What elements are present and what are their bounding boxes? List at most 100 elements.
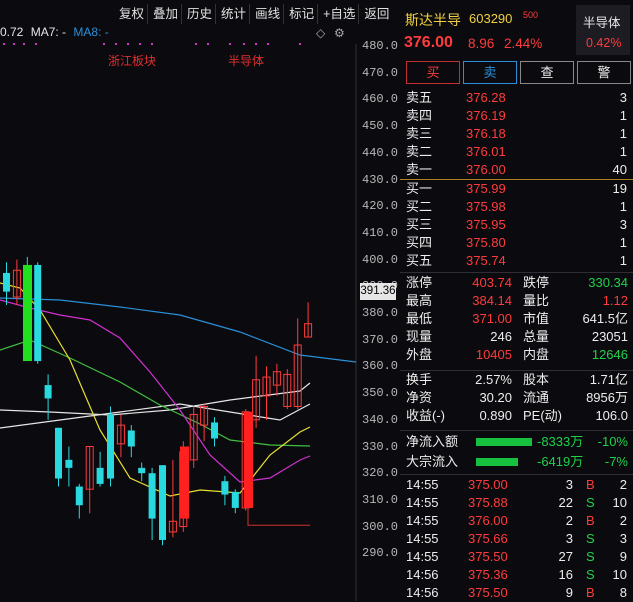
- tick-time: 14:56: [406, 585, 439, 600]
- y-tick-label: 320.0: [362, 466, 398, 481]
- stat-value-xs: 246: [490, 329, 512, 344]
- bid-volume: 19: [612, 181, 627, 196]
- kline-chart[interactable]: 0.72 MA7: - MA8: - ◇ ⚙ 浙江板块 半导体 480.0 470…: [0, 0, 398, 601]
- ask-volume: 1: [619, 144, 627, 159]
- tick-volume: 16: [558, 567, 573, 582]
- ma7-label: MA7: -: [30, 25, 67, 39]
- tick-volume: 2: [565, 513, 573, 528]
- bid-row[interactable]: 买二 375.98 1: [400, 198, 633, 216]
- candle-body: [65, 459, 73, 468]
- ask-row[interactable]: 卖一 376.00 40: [400, 161, 633, 179]
- candle-body: [127, 430, 135, 447]
- add-watchlist-button[interactable]: +自选: [320, 4, 360, 24]
- candle-body: [211, 422, 218, 439]
- stat-value-mv: 641.5亿: [582, 311, 628, 326]
- diamond-icon[interactable]: ◇: [316, 26, 325, 40]
- stat-value-gb: 1.71亿: [589, 372, 628, 387]
- stat-value-hs: 2.57%: [475, 372, 512, 387]
- y-tick-label: 290.0: [362, 546, 398, 561]
- candle-body: [75, 486, 83, 506]
- bid-volume: 3: [619, 217, 627, 232]
- divider-ticks: [400, 474, 633, 475]
- alert-button[interactable]: 警: [577, 61, 631, 84]
- stat-label-pe: PE(动): [523, 408, 563, 423]
- bid-price: 375.95: [466, 217, 506, 232]
- bid-row[interactable]: 买五 375.74 1: [400, 252, 633, 270]
- ask-row[interactable]: 卖五 376.28 3: [400, 89, 633, 107]
- stat-label-high: 最高: [406, 293, 433, 308]
- query-button[interactable]: 查: [520, 61, 574, 84]
- candle-body: [55, 427, 62, 479]
- bid-row[interactable]: 买一 375.99 19: [400, 180, 633, 198]
- stat-value-zt: 403.74: [472, 275, 512, 290]
- marker-dot: [138, 42, 142, 46]
- marker-dot: [254, 42, 258, 46]
- overlay-button[interactable]: 叠加: [150, 4, 183, 24]
- stat-value-lt: 8956万: [586, 390, 628, 405]
- divider-fin: [400, 370, 633, 371]
- bid-price: 375.99: [466, 181, 506, 196]
- stat-label-hs: 换手: [406, 372, 433, 387]
- tick-side: S: [586, 495, 595, 510]
- stat-value-sy: 0.890: [479, 408, 512, 423]
- buy-button[interactable]: 买: [406, 61, 460, 84]
- gear-icon[interactable]: ⚙: [334, 26, 345, 40]
- ma-line-white2: [0, 403, 311, 429]
- draw-line-button[interactable]: 画线: [252, 4, 285, 24]
- ask-row[interactable]: 卖四 376.19 1: [400, 107, 633, 125]
- stat-label-wp: 外盘: [406, 347, 433, 362]
- candle-body: [3, 272, 10, 292]
- tick-row: 14:56 375.50 9 B 8: [400, 584, 633, 602]
- marker-dot: [12, 42, 16, 46]
- y-tick-label: 400.0: [362, 252, 398, 267]
- limit-up-candle: [180, 446, 189, 519]
- tick-price: 375.88: [468, 495, 508, 510]
- tick-count: 2: [619, 477, 627, 492]
- bid-row[interactable]: 买三 375.95 3: [400, 216, 633, 234]
- y-tick-label: 360.0: [362, 359, 398, 374]
- stock-name: 斯达半导: [405, 12, 461, 28]
- candle-body: [159, 465, 166, 540]
- mark-button[interactable]: 标记: [286, 4, 319, 24]
- ask-label: 卖二: [406, 144, 433, 159]
- stat-value-dt: 330.34: [588, 275, 628, 290]
- stats-button[interactable]: 统计: [218, 4, 251, 24]
- support-line: [247, 507, 310, 526]
- y-tick-label: 420.0: [362, 199, 398, 214]
- ask-row[interactable]: 卖三 376.18 1: [400, 125, 633, 143]
- stat-value-pe: 106.0: [595, 408, 628, 423]
- tick-volume: 22: [558, 495, 573, 510]
- flow-pct: -10%: [597, 434, 628, 449]
- marker-dot: [34, 42, 38, 46]
- tick-time: 14:55: [406, 495, 439, 510]
- y-tick-label: 430.0: [362, 172, 398, 187]
- ask-volume: 40: [612, 162, 627, 177]
- stat-label-jz: 净资: [406, 390, 433, 405]
- sell-button[interactable]: 卖: [463, 61, 517, 84]
- y-tick-label: 410.0: [362, 225, 398, 240]
- ask-volume: 1: [619, 108, 627, 123]
- restore-rights-button[interactable]: 复权: [116, 4, 149, 24]
- ma-prefix: 0.72: [0, 25, 24, 39]
- tick-price: 375.50: [468, 585, 508, 600]
- tick-volume: 27: [558, 549, 573, 564]
- tick-time: 14:56: [406, 567, 439, 582]
- tag-semiconductor[interactable]: 半导体: [228, 52, 264, 69]
- history-button[interactable]: 历史: [184, 4, 217, 24]
- bid-price: 375.98: [466, 199, 506, 214]
- stat-value-low: 371.00: [472, 311, 512, 326]
- current-price: 376.00: [404, 34, 453, 51]
- sector-box[interactable]: 半导体 0.42%: [576, 5, 630, 55]
- bid-row[interactable]: 买四 375.80 1: [400, 234, 633, 252]
- ask-row[interactable]: 卖二 376.01 1: [400, 143, 633, 161]
- stat-value-high: 384.14: [472, 293, 512, 308]
- ask-volume: 1: [619, 126, 627, 141]
- y-tick-label: 450.0: [362, 119, 398, 134]
- y-tick-label: 380.0: [362, 306, 398, 320]
- ask-label: 卖五: [406, 90, 433, 105]
- y-tick-label: 310.0: [362, 492, 398, 507]
- stat-value-lb: 1.12: [602, 293, 628, 308]
- tag-zhejiang[interactable]: 浙江板块: [108, 52, 156, 69]
- back-button[interactable]: 返回: [361, 4, 392, 24]
- ma-legend: 0.72 MA7: - MA8: -: [0, 24, 113, 40]
